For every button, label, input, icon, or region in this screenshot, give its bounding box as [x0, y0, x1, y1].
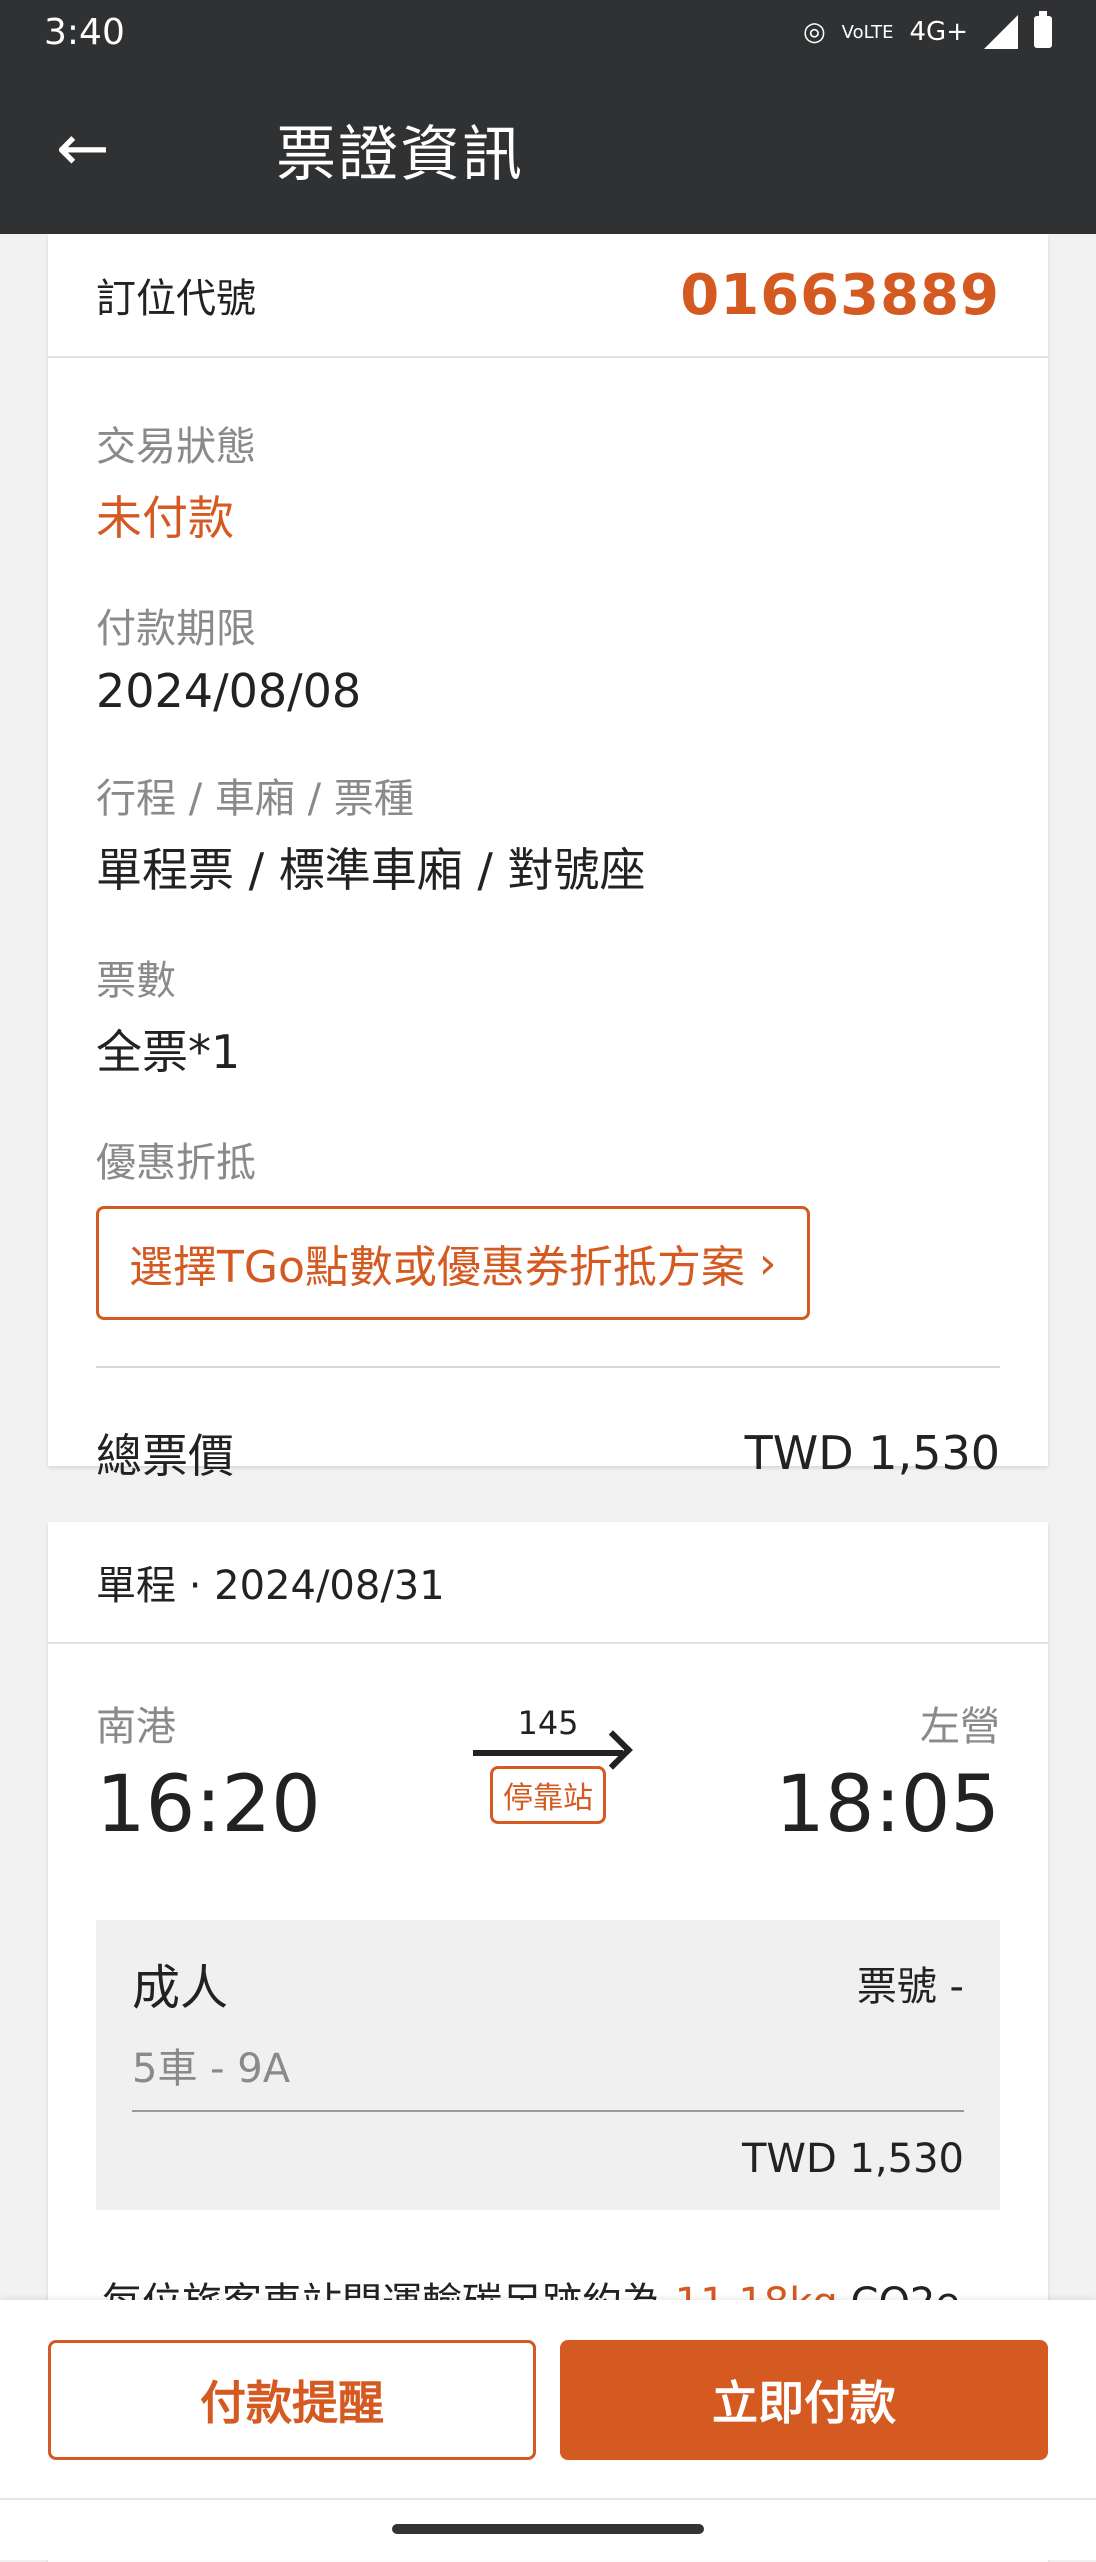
deadline-label: 付款期限: [96, 606, 256, 652]
pay-now-button[interactable]: 立即付款: [560, 2340, 1048, 2460]
network-label: 4G+: [909, 17, 968, 47]
passenger-top: 成人 票號 -: [132, 1948, 964, 2018]
status-icons: ◎ VoLTE 4G+: [802, 11, 1052, 49]
discount-label: 優惠折抵: [96, 1140, 256, 1186]
ticket-type-field: 行程 / 車廂 / 票種 單程票 / 標準車廂 / 對號座: [48, 766, 1048, 900]
passenger-price: TWD 1,530: [741, 2136, 964, 2182]
hotspot-icon: ◎: [802, 17, 826, 47]
train-info: 145 停靠站: [473, 1704, 623, 1850]
arrival: 左營 18:05: [775, 1694, 1000, 1850]
ticket-type-value: 單程票 / 標準車廂 / 對號座: [96, 843, 646, 897]
status-value: 未付款: [96, 491, 234, 545]
signal-icon: [984, 15, 1018, 49]
arrival-time: 18:05: [775, 1760, 1000, 1850]
discount-button-label: 選擇TGo點數或優惠券折抵方案: [129, 1242, 745, 1293]
departure-time: 16:20: [96, 1760, 321, 1850]
passenger-box: 成人 票號 - 5車 - 9A TWD 1,530: [96, 1920, 1000, 2210]
deadline-value: 2024/08/08: [96, 664, 362, 718]
departure-station: 南港: [96, 1704, 176, 1750]
ticket-count-label: 票數: [96, 958, 176, 1004]
chevron-right-icon: ›: [758, 1237, 777, 1289]
battery-icon: [1034, 11, 1052, 48]
status-bar: 3:40 ◎ VoLTE 4G+: [0, 0, 1096, 64]
seat-info: 5車 - 9A: [132, 2036, 964, 2112]
arrow-right-icon: [473, 1750, 623, 1756]
discount-button[interactable]: 選擇TGo點數或優惠券折抵方案 ›: [96, 1206, 810, 1320]
stops-badge[interactable]: 停靠站: [490, 1766, 606, 1824]
ticket-count-field: 票數 全票*1: [48, 948, 1048, 1082]
nav-divider: [0, 2498, 1096, 2500]
total-value: TWD 1,530: [744, 1426, 1000, 1480]
booking-card: 訂位代號 01663889 交易狀態 未付款 付款期限 2024/08/08 行…: [48, 234, 1048, 1483]
ticket-count-value: 全票*1: [96, 1025, 241, 1079]
volte-icon: VoLTE: [841, 21, 894, 43]
deadline-field: 付款期限 2024/08/08: [48, 596, 1048, 718]
status-time: 3:40: [44, 11, 125, 53]
status-label: 交易狀態: [96, 424, 256, 470]
discount-field: 優惠折抵 選擇TGo點數或優惠券折抵方案 ›: [48, 1130, 1048, 1320]
total-row: 總票價 TWD 1,530: [48, 1368, 1048, 1538]
train-number: 145: [517, 1704, 579, 1742]
page-title: 票證資訊: [276, 119, 524, 190]
gesture-handle[interactable]: [392, 2524, 704, 2534]
ticket-type-label: 行程 / 車廂 / 票種: [96, 776, 414, 822]
booking-code-label: 訂位代號: [96, 276, 256, 322]
booking-code-row: 訂位代號 01663889: [48, 234, 1048, 358]
payment-reminder-button[interactable]: 付款提醒: [48, 2340, 536, 2460]
bottom-action-bar: 付款提醒 立即付款: [0, 2300, 1096, 2560]
trip-times: 南港 16:20 145 停靠站 左營 18:05: [48, 1694, 1048, 1850]
trip-header: 單程 · 2024/08/31: [48, 1522, 1048, 1644]
status-field: 交易狀態 未付款: [48, 414, 1048, 548]
app-bar: ← 票證資訊: [0, 64, 1096, 234]
arrival-station: 左營: [920, 1704, 1000, 1750]
ticket-number: 票號 -: [856, 1964, 964, 2010]
departure: 南港 16:20: [96, 1694, 321, 1850]
total-label: 總票價: [96, 1429, 234, 1483]
passenger-type: 成人: [132, 1960, 229, 2016]
booking-code: 01663889: [680, 262, 1000, 328]
arrow-left-icon[interactable]: ←: [56, 117, 146, 181]
